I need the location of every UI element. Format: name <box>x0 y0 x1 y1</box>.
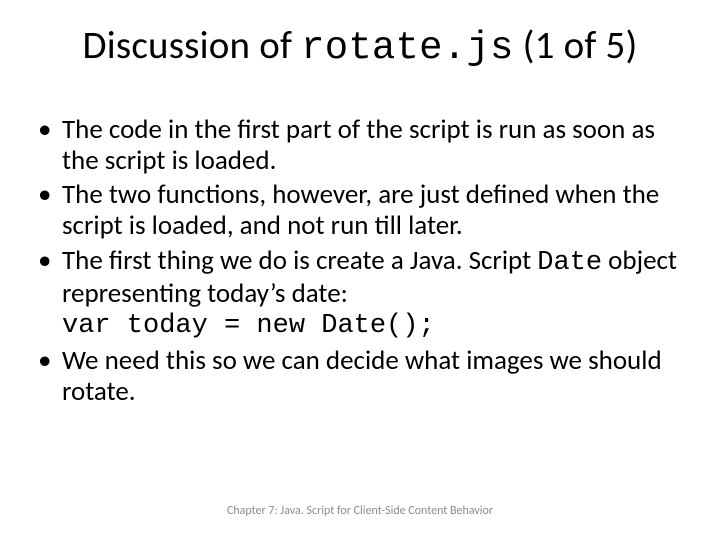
bullet-item: We need this so we can decide what image… <box>34 346 686 408</box>
title-prefix: Discussion of <box>83 22 302 69</box>
title-code: rotate.js <box>301 26 513 70</box>
slide-title: Discussion of rotate.js (1 of 5) <box>34 24 686 71</box>
bullet-text: We need this so we can decide what image… <box>62 344 662 408</box>
bullet-text-code: Date <box>537 248 602 278</box>
bullet-text: The first thing we do is create a Java. … <box>62 244 537 277</box>
bullet-item: The first thing we do is create a Java. … <box>34 246 686 342</box>
title-suffix: (1 of 5) <box>514 22 638 69</box>
slide: Discussion of rotate.js (1 of 5) The cod… <box>0 0 720 540</box>
bullet-text: The code in the first part of the script… <box>62 113 655 177</box>
bullet-text: The two functions, however, are just def… <box>62 178 659 242</box>
bullet-list: The code in the first part of the script… <box>34 115 686 408</box>
bullet-item: The code in the first part of the script… <box>34 115 686 177</box>
bullet-item: The two functions, however, are just def… <box>34 180 686 242</box>
bullet-text-code: var today = new Date(); <box>62 311 435 341</box>
slide-footer: Chapter 7: Java. Script for Client-Side … <box>0 504 720 518</box>
